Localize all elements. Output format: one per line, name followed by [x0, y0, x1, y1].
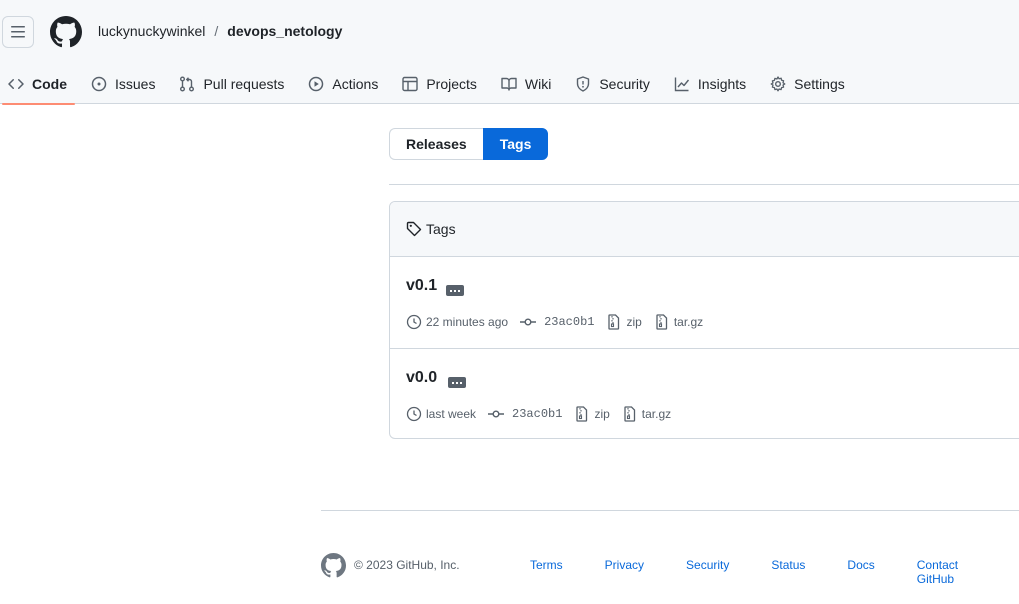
- zip-download-link[interactable]: zip: [574, 406, 610, 422]
- gear-icon: [770, 76, 786, 92]
- tag-time: 22 minutes ago: [406, 314, 508, 330]
- tab-pull-requests[interactable]: Pull requests: [171, 64, 292, 104]
- tab-label: Issues: [115, 76, 156, 92]
- zip-label: zip: [626, 315, 642, 329]
- tab-actions[interactable]: Actions: [300, 64, 386, 104]
- tab-security[interactable]: Security: [567, 64, 658, 104]
- play-icon: [309, 76, 324, 92]
- tag-meta: last week 23ac0b1 zip tar.gz: [406, 406, 683, 422]
- breadcrumb: luckynuckywinkel / devops_netology: [98, 23, 342, 39]
- ellipsis-icon[interactable]: [446, 285, 464, 296]
- commit-sha-link[interactable]: 23ac0b1: [512, 407, 562, 421]
- menu-button[interactable]: [2, 16, 34, 48]
- tab-label: Code: [32, 76, 67, 92]
- footer-link-docs[interactable]: Docs: [847, 558, 874, 586]
- tag-meta: 22 minutes ago 23ac0b1 zip tar.gz: [406, 314, 715, 330]
- book-icon: [501, 77, 517, 91]
- copyright-text: © 2023 GitHub, Inc.: [354, 558, 460, 572]
- footer-link-privacy[interactable]: Privacy: [605, 558, 644, 586]
- graph-icon: [674, 77, 689, 92]
- commit-icon: [520, 318, 537, 326]
- file-zip-icon: [608, 314, 620, 330]
- tag-time: last week: [406, 406, 476, 422]
- tab-wiki[interactable]: Wiki: [493, 64, 559, 104]
- tab-insights[interactable]: Insights: [666, 64, 754, 104]
- divider: [389, 184, 1019, 185]
- tab-label: Security: [599, 76, 650, 92]
- tag-name-link[interactable]: v0.1: [406, 277, 437, 295]
- footer-link-security[interactable]: Security: [686, 558, 729, 586]
- shield-icon: [577, 76, 590, 92]
- tab-projects[interactable]: Projects: [394, 64, 485, 104]
- clock-icon: [406, 406, 422, 422]
- tab-label: Projects: [426, 76, 477, 92]
- footer-link-contact[interactable]: Contact GitHub: [917, 558, 977, 586]
- repo-name-link[interactable]: devops_netology: [227, 23, 342, 39]
- tab-label: Pull requests: [203, 76, 285, 92]
- repo-header: luckynuckywinkel / devops_netology Code …: [0, 0, 1019, 105]
- github-logo-icon[interactable]: [50, 16, 82, 48]
- tab-settings[interactable]: Settings: [762, 64, 853, 104]
- zip-label: zip: [594, 407, 610, 421]
- tab-label: Actions: [332, 76, 379, 92]
- footer: © 2023 GitHub, Inc. Terms Privacy Securi…: [321, 552, 1019, 586]
- hamburger-icon: [11, 26, 25, 38]
- ellipsis-icon[interactable]: [448, 377, 466, 388]
- tag-name-link[interactable]: v0.0: [406, 369, 437, 387]
- tag-time-text: 22 minutes ago: [426, 315, 509, 329]
- table-icon: [402, 76, 419, 92]
- repo-owner-link[interactable]: luckynuckywinkel: [98, 23, 205, 39]
- tags-box: Tags v0.1 22 minutes ago 23ac0b1 zip tar…: [389, 201, 1019, 439]
- file-zip-icon: [656, 314, 667, 330]
- zip-download-link[interactable]: zip: [606, 314, 642, 330]
- footer-link-terms[interactable]: Terms: [530, 558, 563, 586]
- targz-download-link[interactable]: tar.gz: [622, 406, 671, 422]
- commit-icon: [488, 410, 505, 418]
- github-logo-icon[interactable]: [321, 552, 346, 578]
- breadcrumb-separator: /: [214, 23, 219, 39]
- tag-row: v0.1 22 minutes ago 23ac0b1 zip tar.gz: [390, 257, 1019, 348]
- pull-request-icon: [180, 76, 195, 92]
- tab-label: Wiki: [524, 76, 552, 92]
- commit-sha-link[interactable]: 23ac0b1: [544, 315, 594, 329]
- clock-icon: [406, 314, 422, 330]
- tag-commit[interactable]: 23ac0b1: [520, 314, 594, 330]
- releases-button[interactable]: Releases: [389, 128, 483, 160]
- footer-links: Terms Privacy Security Status Docs Conta…: [530, 558, 1019, 586]
- repo-tabs: Code Issues Pull requests Actions Projec…: [0, 64, 861, 105]
- tag-icon: [406, 221, 422, 237]
- tag-row: v0.0 last week 23ac0b1 zip tar.gz: [390, 348, 1019, 438]
- tab-label: Settings: [794, 76, 845, 92]
- issue-icon: [91, 76, 107, 92]
- releases-tags-subnav: Releases Tags: [389, 128, 549, 160]
- targz-label: tar.gz: [641, 407, 672, 421]
- tab-code[interactable]: Code: [0, 64, 75, 105]
- tags-button[interactable]: Tags: [482, 128, 549, 160]
- file-zip-icon: [576, 406, 588, 422]
- tags-box-title: Tags: [426, 221, 456, 237]
- file-zip-icon: [624, 406, 635, 422]
- code-icon: [8, 79, 24, 89]
- footer-divider: [321, 510, 1019, 511]
- tag-time-text: last week: [426, 407, 477, 421]
- tab-issues[interactable]: Issues: [83, 64, 163, 104]
- tag-commit[interactable]: 23ac0b1: [488, 406, 562, 422]
- targz-download-link[interactable]: tar.gz: [654, 314, 703, 330]
- tags-box-header: Tags: [390, 202, 1019, 257]
- targz-label: tar.gz: [673, 315, 704, 329]
- tab-label: Insights: [697, 76, 747, 92]
- footer-link-status[interactable]: Status: [771, 558, 805, 586]
